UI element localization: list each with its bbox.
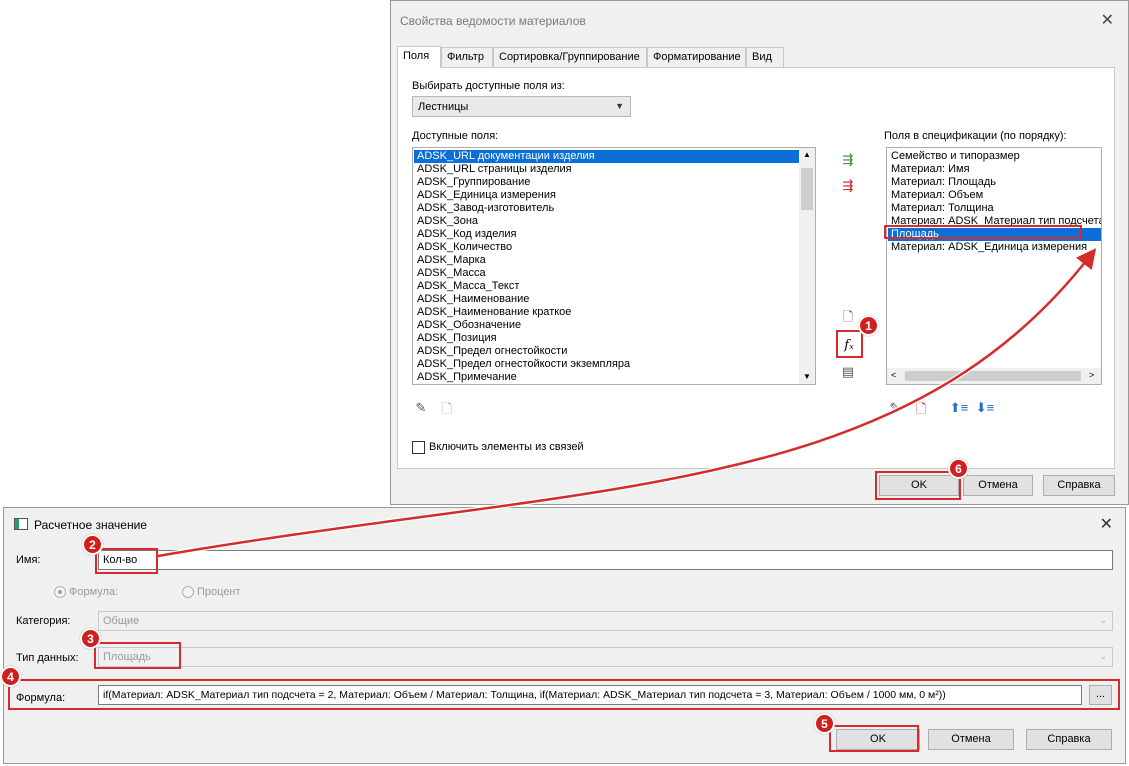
highlight-ok-main [875, 471, 961, 500]
highlight-name [95, 548, 158, 574]
tab-fields[interactable]: Поля [397, 46, 441, 68]
badge-6: 6 [948, 458, 969, 479]
badge-3: 3 [80, 628, 101, 649]
badge-4: 4 [0, 666, 21, 687]
arrow-to-schedule-field [157, 248, 1097, 558]
badge-1: 1 [858, 315, 879, 336]
highlight-fx-button [836, 330, 863, 358]
arrow-outline [157, 254, 1092, 559]
highlight-new-field [884, 225, 1082, 239]
highlight-ok-calc [829, 725, 919, 752]
highlight-formula-row [8, 679, 1120, 710]
badge-5: 5 [814, 713, 835, 734]
badge-2: 2 [82, 534, 103, 555]
highlight-datatype [94, 642, 181, 669]
